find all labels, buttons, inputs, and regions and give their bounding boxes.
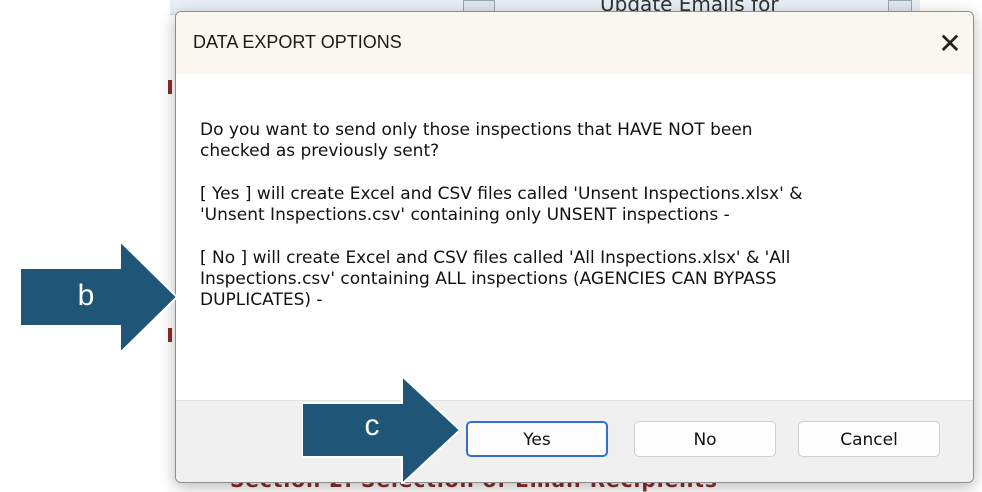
annotation-label-b: b — [77, 279, 95, 312]
yes-button[interactable]: Yes — [466, 421, 608, 457]
dialog-title-bar: DATA EXPORT OPTIONS ✕ — [176, 12, 973, 74]
message-yes-explanation: [ Yes ] will create Excel and CSV files … — [200, 184, 803, 225]
dialog-title: DATA EXPORT OPTIONS — [193, 32, 402, 52]
close-icon: ✕ — [938, 27, 962, 60]
message-question: Do you want to send only those inspectio… — [200, 120, 753, 161]
dialog-message: Do you want to send only those inspectio… — [200, 120, 940, 333]
no-button[interactable]: No — [634, 421, 776, 457]
dialog-button-bar: Yes No Cancel — [176, 400, 973, 482]
annotation-arrow-b: b — [20, 241, 190, 353]
annotation-arrow-c: c — [302, 376, 472, 484]
annotation-label-c: c — [364, 409, 380, 442]
background-edge — [168, 80, 172, 94]
data-export-dialog: DATA EXPORT OPTIONS ✕ Do you want to sen… — [175, 11, 974, 483]
message-no-explanation: [ No ] will create Excel and CSV files c… — [200, 248, 791, 310]
close-button[interactable]: ✕ — [927, 22, 973, 66]
cancel-button[interactable]: Cancel — [798, 421, 940, 457]
